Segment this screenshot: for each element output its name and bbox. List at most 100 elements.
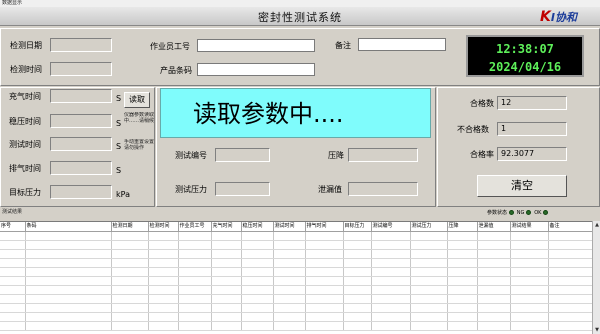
- test-date-field[interactable]: [50, 38, 112, 52]
- table-cell[interactable]: [343, 258, 372, 268]
- table-cell[interactable]: [273, 249, 306, 259]
- table-cell[interactable]: [447, 267, 478, 277]
- table-cell[interactable]: [111, 312, 149, 322]
- table-cell[interactable]: [305, 267, 344, 277]
- table-cell[interactable]: [548, 294, 593, 304]
- table-cell[interactable]: [148, 240, 179, 250]
- table-cell[interactable]: [211, 249, 242, 259]
- col-header[interactable]: 检测日期: [111, 222, 149, 232]
- table-row[interactable]: [0, 321, 593, 331]
- col-header[interactable]: 测试编号: [371, 222, 411, 232]
- table-cell[interactable]: [241, 240, 274, 250]
- table-cell[interactable]: [148, 285, 179, 295]
- table-cell[interactable]: [548, 276, 593, 286]
- table-cell[interactable]: [111, 249, 149, 259]
- table-cell[interactable]: [548, 321, 593, 331]
- table-cell[interactable]: [25, 294, 112, 304]
- table-cell[interactable]: [111, 294, 149, 304]
- table-cell[interactable]: [477, 231, 511, 241]
- table-cell[interactable]: [0, 294, 26, 304]
- table-cell[interactable]: [211, 267, 242, 277]
- table-cell[interactable]: [510, 321, 549, 331]
- table-cell[interactable]: [178, 294, 212, 304]
- table-cell[interactable]: [510, 240, 549, 250]
- table-cell[interactable]: [548, 285, 593, 295]
- table-cell[interactable]: [241, 285, 274, 295]
- table-cell[interactable]: [178, 231, 212, 241]
- table-cell[interactable]: [447, 303, 478, 313]
- table-cell[interactable]: [241, 303, 274, 313]
- table-cell[interactable]: [305, 294, 344, 304]
- table-cell[interactable]: [178, 249, 212, 259]
- table-row[interactable]: [0, 240, 593, 250]
- table-cell[interactable]: [447, 294, 478, 304]
- table-cell[interactable]: [273, 321, 306, 331]
- table-cell[interactable]: [25, 285, 112, 295]
- table-cell[interactable]: [25, 249, 112, 259]
- table-row[interactable]: [0, 294, 593, 304]
- table-cell[interactable]: [148, 258, 179, 268]
- table-cell[interactable]: [477, 267, 511, 277]
- table-cell[interactable]: [447, 240, 478, 250]
- table-cell[interactable]: [477, 294, 511, 304]
- table-cell[interactable]: [25, 240, 112, 250]
- table-cell[interactable]: [371, 285, 411, 295]
- remark-field[interactable]: [358, 38, 446, 51]
- table-cell[interactable]: [510, 303, 549, 313]
- table-cell[interactable]: [241, 312, 274, 322]
- table-cell[interactable]: [510, 312, 549, 322]
- table-cell[interactable]: [241, 231, 274, 241]
- table-cell[interactable]: [343, 240, 372, 250]
- table-cell[interactable]: [273, 285, 306, 295]
- table-cell[interactable]: [0, 258, 26, 268]
- table-cell[interactable]: [548, 231, 593, 241]
- table-cell[interactable]: [548, 312, 593, 322]
- table-cell[interactable]: [111, 303, 149, 313]
- table-cell[interactable]: [0, 267, 26, 277]
- table-cell[interactable]: [211, 285, 242, 295]
- exhaust-time-field[interactable]: [50, 161, 112, 175]
- table-cell[interactable]: [148, 231, 179, 241]
- table-cell[interactable]: [305, 249, 344, 259]
- table-cell[interactable]: [305, 285, 344, 295]
- table-cell[interactable]: [371, 312, 411, 322]
- col-header[interactable]: 泄漏值: [477, 222, 511, 232]
- table-cell[interactable]: [178, 321, 212, 331]
- table-cell[interactable]: [111, 276, 149, 286]
- table-cell[interactable]: [25, 276, 112, 286]
- table-cell[interactable]: [343, 276, 372, 286]
- col-header[interactable]: 测试结果: [510, 222, 549, 232]
- table-cell[interactable]: [273, 258, 306, 268]
- table-cell[interactable]: [477, 249, 511, 259]
- table-cell[interactable]: [211, 321, 242, 331]
- table-cell[interactable]: [273, 312, 306, 322]
- table-cell[interactable]: [343, 294, 372, 304]
- table-cell[interactable]: [305, 276, 344, 286]
- table-cell[interactable]: [447, 312, 478, 322]
- col-header[interactable]: 作业员工号: [178, 222, 212, 232]
- table-cell[interactable]: [241, 276, 274, 286]
- table-cell[interactable]: [548, 240, 593, 250]
- table-cell[interactable]: [477, 276, 511, 286]
- table-cell[interactable]: [25, 231, 112, 241]
- table-cell[interactable]: [273, 267, 306, 277]
- table-cell[interactable]: [241, 294, 274, 304]
- table-cell[interactable]: [371, 231, 411, 241]
- results-table[interactable]: 序号 条码 检测日期 检测时间 作业员工号 充气时间 稳压时间 测试时间 排气时…: [0, 221, 600, 334]
- table-cell[interactable]: [148, 294, 179, 304]
- table-cell[interactable]: [0, 249, 26, 259]
- table-cell[interactable]: [510, 285, 549, 295]
- table-cell[interactable]: [0, 303, 26, 313]
- table-cell[interactable]: [148, 303, 179, 313]
- fill-time-field[interactable]: [50, 89, 112, 103]
- table-cell[interactable]: [0, 231, 26, 241]
- table-cell[interactable]: [371, 258, 411, 268]
- table-cell[interactable]: [111, 267, 149, 277]
- table-cell[interactable]: [510, 294, 549, 304]
- table-cell[interactable]: [25, 312, 112, 322]
- table-cell[interactable]: [273, 240, 306, 250]
- col-header[interactable]: 稳压时间: [241, 222, 274, 232]
- table-cell[interactable]: [410, 240, 448, 250]
- table-cell[interactable]: [477, 240, 511, 250]
- table-cell[interactable]: [343, 285, 372, 295]
